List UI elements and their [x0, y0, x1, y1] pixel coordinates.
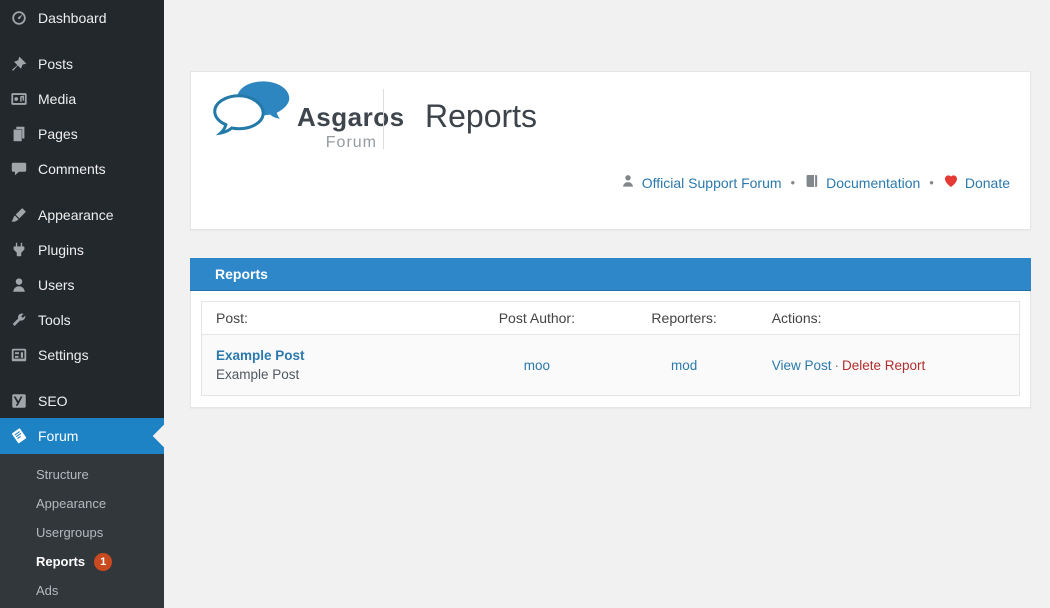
- sidebar-item-media[interactable]: Media: [0, 81, 164, 116]
- sidebar-item-users[interactable]: Users: [0, 267, 164, 302]
- post-author-link[interactable]: moo: [524, 358, 550, 373]
- submenu-label: Reports: [36, 554, 85, 569]
- sidebar-item-tools[interactable]: Tools: [0, 302, 164, 337]
- submenu-label: Appearance: [36, 496, 106, 511]
- reporters-cell: mod: [610, 335, 757, 396]
- actions-separator: ·: [832, 358, 843, 373]
- logo-subtitle: Forum: [297, 134, 377, 152]
- pages-icon: [9, 124, 29, 144]
- sidebar-item-label: Posts: [38, 56, 73, 72]
- submenu-item-structure[interactable]: Structure: [0, 460, 164, 489]
- sidebar-item-label: Pages: [38, 126, 78, 142]
- wrench-icon: [9, 310, 29, 330]
- submenu-item-ads[interactable]: Ads: [0, 576, 164, 605]
- asgaros-logo: [211, 80, 293, 151]
- sidebar-item-posts[interactable]: Posts: [0, 46, 164, 81]
- sidebar-item-label: Users: [38, 277, 75, 293]
- submenu-label: Ads: [36, 583, 58, 598]
- column-header-actions: Actions:: [758, 302, 1020, 335]
- sidebar-item-appearance[interactable]: Appearance: [0, 197, 164, 232]
- sidebar-item-label: Forum: [38, 428, 78, 444]
- post-cell: Example Post Example Post: [202, 335, 464, 396]
- view-post-link[interactable]: View Post: [772, 358, 832, 373]
- sidebar-item-label: Plugins: [38, 242, 84, 258]
- sidebar-item-seo[interactable]: SEO: [0, 383, 164, 418]
- heart-icon: [943, 173, 959, 192]
- forum-icon: [9, 426, 29, 446]
- reports-panel-header: Reports: [190, 258, 1031, 291]
- link-separator: •: [929, 175, 934, 190]
- column-header-post: Post:: [202, 302, 464, 335]
- user-icon: [9, 275, 29, 295]
- dashboard-icon: [9, 8, 29, 28]
- page-title: Reports: [425, 98, 537, 135]
- sidebar-item-label: Appearance: [38, 207, 114, 223]
- person-icon: [620, 173, 636, 192]
- sidebar-item-label: SEO: [38, 393, 68, 409]
- table-row: Example Post Example Post moo mod View P…: [202, 335, 1020, 396]
- reports-panel-body: Post: Post Author: Reporters: Actions: E…: [190, 291, 1031, 408]
- link-label: Official Support Forum: [642, 175, 782, 191]
- admin-sidebar: Dashboard Posts Media Pages: [0, 0, 164, 608]
- sidebar-item-label: Dashboard: [38, 10, 107, 26]
- sidebar-item-label: Tools: [38, 312, 71, 328]
- submenu-label: Structure: [36, 467, 89, 482]
- post-author-cell: moo: [463, 335, 610, 396]
- menu-separator: [0, 35, 164, 46]
- link-separator: •: [791, 175, 796, 190]
- submenu-item-reports[interactable]: Reports 1: [0, 547, 164, 576]
- logo-title: Asgaros: [297, 102, 377, 133]
- sidebar-item-label: Settings: [38, 347, 89, 363]
- link-label: Donate: [965, 175, 1010, 191]
- forum-submenu: Structure Appearance Usergroups Reports …: [0, 454, 164, 608]
- support-links: Official Support Forum • Documentation •…: [620, 173, 1010, 192]
- plugin-icon: [9, 240, 29, 260]
- delete-report-link[interactable]: Delete Report: [842, 358, 925, 373]
- sidebar-item-comments[interactable]: Comments: [0, 151, 164, 186]
- header-divider: [383, 89, 384, 149]
- sidebar-item-pages[interactable]: Pages: [0, 116, 164, 151]
- sidebar-item-label: Media: [38, 91, 76, 107]
- settings-icon: [9, 345, 29, 365]
- admin-menu: Dashboard Posts Media Pages: [0, 0, 164, 454]
- sidebar-item-label: Comments: [38, 161, 106, 177]
- plugin-header-panel: Asgaros Forum Reports Official Support F…: [190, 71, 1031, 230]
- sidebar-item-dashboard[interactable]: Dashboard: [0, 0, 164, 35]
- comment-icon: [9, 159, 29, 179]
- submenu-label: Usergroups: [36, 525, 103, 540]
- sidebar-item-settings[interactable]: Settings: [0, 337, 164, 372]
- logo-wordmark: Asgaros Forum: [297, 102, 377, 152]
- post-excerpt: Example Post: [216, 367, 449, 382]
- actions-cell: View Post·Delete Report: [758, 335, 1020, 396]
- official-support-forum-link[interactable]: Official Support Forum: [620, 173, 782, 192]
- table-header-row: Post: Post Author: Reporters: Actions:: [202, 302, 1020, 335]
- pushpin-icon: [9, 54, 29, 74]
- reports-table: Post: Post Author: Reporters: Actions: E…: [201, 301, 1020, 396]
- sidebar-item-plugins[interactable]: Plugins: [0, 232, 164, 267]
- wordpress-admin: Dashboard Posts Media Pages: [0, 0, 1050, 608]
- documentation-link[interactable]: Documentation: [804, 173, 920, 192]
- menu-separator: [0, 372, 164, 383]
- sidebar-item-forum[interactable]: Forum: [0, 418, 164, 454]
- column-header-post-author: Post Author:: [463, 302, 610, 335]
- donate-link[interactable]: Donate: [943, 173, 1010, 192]
- link-label: Documentation: [826, 175, 920, 191]
- column-header-reporters: Reporters:: [610, 302, 757, 335]
- media-icon: [9, 89, 29, 109]
- book-icon: [804, 173, 820, 192]
- menu-separator: [0, 186, 164, 197]
- post-title-link[interactable]: Example Post: [216, 348, 305, 363]
- brush-icon: [9, 205, 29, 225]
- yoast-icon: [9, 391, 29, 411]
- reports-count-badge: 1: [94, 553, 112, 571]
- submenu-item-appearance[interactable]: Appearance: [0, 489, 164, 518]
- reporter-link[interactable]: mod: [671, 358, 697, 373]
- submenu-item-usergroups[interactable]: Usergroups: [0, 518, 164, 547]
